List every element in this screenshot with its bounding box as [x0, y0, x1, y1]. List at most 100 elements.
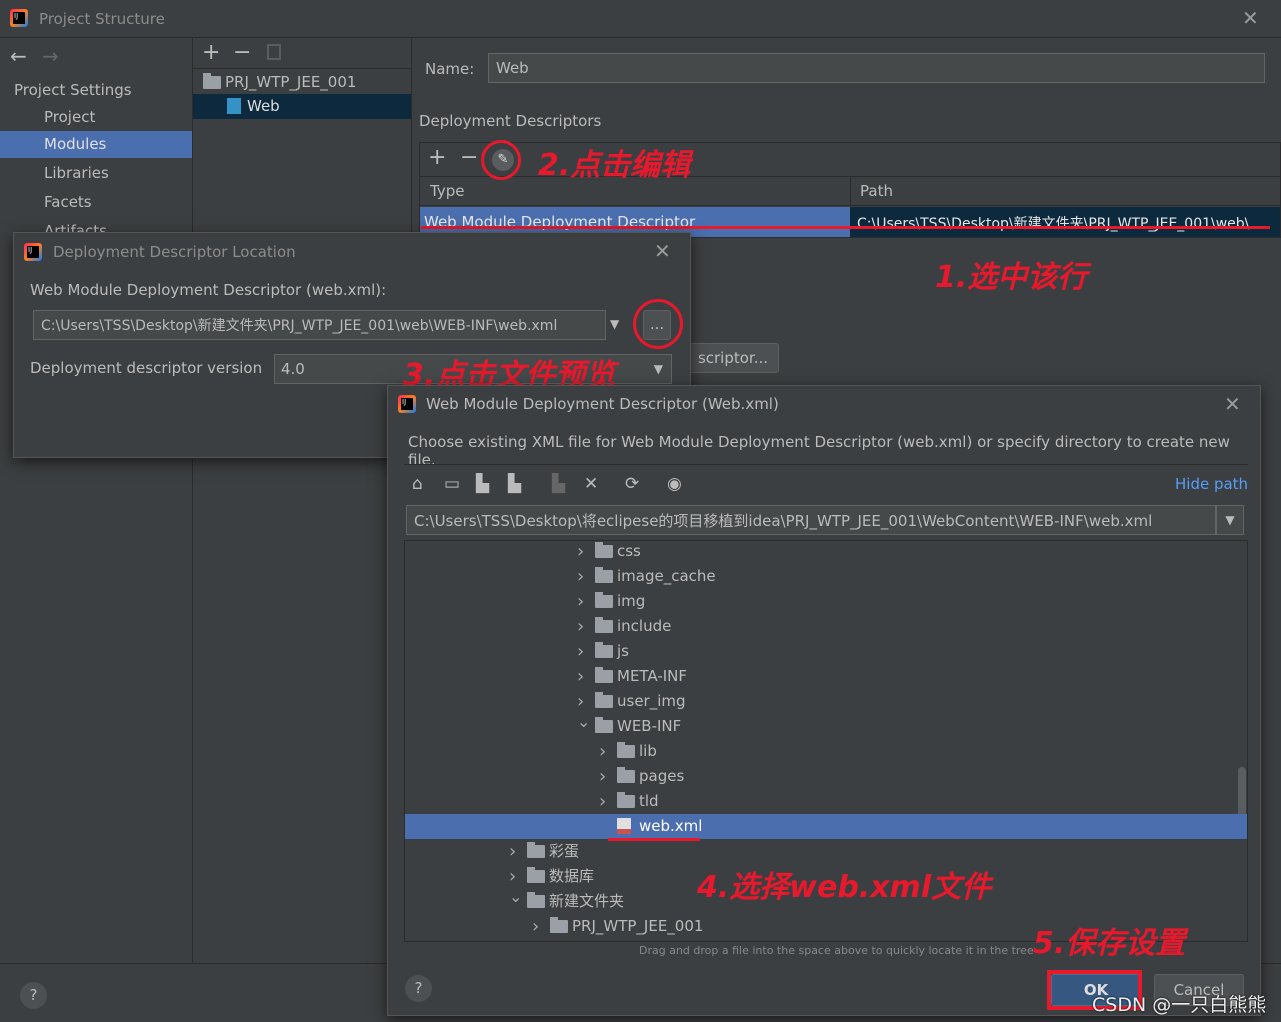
chevron-right-icon[interactable]: ›	[577, 564, 584, 589]
tree-row-label: img	[617, 592, 646, 610]
add-descriptor-icon[interactable]: +	[428, 145, 446, 170]
chevron-right-icon[interactable]: ›	[509, 839, 516, 864]
chevron-right-icon[interactable]: ›	[577, 639, 584, 664]
tree-row[interactable]: › image_cache	[405, 564, 1247, 589]
folder-icon	[595, 642, 613, 658]
remove-descriptor-icon[interactable]: −	[460, 145, 478, 170]
folder-icon	[617, 792, 635, 808]
modules-panel: + − PRJ_WTP_JEE_001 Web	[193, 38, 412, 963]
chevron-right-icon[interactable]: ›	[577, 541, 584, 564]
tree-row[interactable]: › 彩蛋	[405, 839, 1247, 864]
csdn-watermark: CSDN @一只白熊熊	[1092, 994, 1267, 1016]
name-label: Name:	[425, 60, 475, 78]
home-icon[interactable]: ⌂	[412, 474, 423, 494]
column-type[interactable]: Type	[430, 182, 464, 200]
column-path[interactable]: Path	[860, 182, 893, 200]
name-input[interactable]	[488, 53, 1265, 83]
chevron-right-icon[interactable]: ›	[599, 764, 606, 789]
close-icon[interactable]: ✕	[1224, 392, 1241, 416]
tree-row[interactable]: › img	[405, 589, 1247, 614]
folder-icon	[595, 542, 613, 558]
tree-row[interactable]: › tld	[405, 789, 1247, 814]
tree-row-label: WEB-INF	[617, 717, 682, 735]
tree-row-label: pages	[639, 767, 685, 785]
tree-item-web[interactable]: Web	[193, 94, 411, 119]
chevron-right-icon[interactable]: ›	[599, 789, 606, 814]
tree-row[interactable]: ⌄ WEB-INF	[405, 712, 1247, 739]
tree-row-label: tld	[639, 792, 659, 810]
tree-row[interactable]: › lib	[405, 739, 1247, 764]
folder-icon	[595, 567, 613, 583]
module-folder-icon[interactable]: ▙	[508, 474, 521, 494]
hide-path-link[interactable]: Hide path	[1175, 475, 1248, 493]
chooser-title: Web Module Deployment Descriptor (Web.xm…	[426, 395, 779, 413]
folder-icon	[595, 717, 613, 733]
folder-icon	[595, 617, 613, 633]
annotation-step2: 2.点击编辑	[538, 148, 691, 183]
folder-icon	[617, 742, 635, 758]
add-icon[interactable]: +	[202, 40, 220, 65]
step2-circle	[481, 140, 521, 180]
help-button[interactable]: ?	[405, 975, 432, 1002]
close-icon[interactable]: ✕	[1242, 6, 1259, 30]
folder-icon	[527, 842, 545, 858]
folder-icon	[527, 867, 545, 883]
step1-underline	[421, 226, 1270, 229]
intellij-logo-icon: IJ	[398, 395, 416, 413]
folder-icon	[527, 892, 545, 908]
desktop-icon[interactable]: ▭	[444, 474, 460, 494]
folder-icon	[550, 917, 568, 933]
web-facet-icon	[227, 98, 241, 114]
refresh-icon[interactable]: ⟳	[625, 474, 639, 494]
tree-row-label: user_img	[617, 692, 686, 710]
tree-row[interactable]: › include	[405, 614, 1247, 639]
tree-row[interactable]: › css	[405, 541, 1247, 564]
tree-row-label: 彩蛋	[549, 842, 580, 860]
sidebar-item-facets[interactable]: Facets	[0, 189, 192, 216]
tree-row[interactable]: › META-INF	[405, 664, 1247, 689]
chevron-down-icon[interactable]: ⌄	[509, 884, 522, 909]
chevron-right-icon[interactable]: ›	[577, 664, 584, 689]
chevron-right-icon[interactable]: ›	[532, 914, 539, 939]
tree-item-project[interactable]: PRJ_WTP_JEE_001	[203, 70, 403, 95]
chooser-path-input[interactable]	[406, 505, 1216, 535]
xml-file-icon	[617, 818, 631, 834]
sidebar-item-libraries[interactable]: Libraries	[0, 160, 192, 187]
tree-row-label: include	[617, 617, 672, 635]
location-dialog-title: Deployment Descriptor Location	[53, 243, 296, 261]
folder-icon	[617, 767, 635, 783]
new-folder-icon[interactable]: ▙	[552, 474, 565, 494]
module-folder-icon	[203, 73, 221, 89]
dropdown-arrow-icon[interactable]: ▼	[610, 317, 619, 331]
delete-icon[interactable]: ✕	[584, 474, 598, 494]
tree-row-label: 数据库	[549, 867, 595, 885]
tree-row[interactable]: › js	[405, 639, 1247, 664]
folder-icon	[595, 592, 613, 608]
sidebar-item-project[interactable]: Project	[0, 104, 192, 131]
tree-row-label: 新建文件夹	[549, 892, 625, 910]
show-hidden-icon[interactable]: ◉	[667, 474, 682, 494]
intellij-logo-icon: IJ	[24, 243, 42, 261]
project-folder-icon[interactable]: ▙	[476, 474, 489, 494]
chevron-right-icon[interactable]: ›	[599, 739, 606, 764]
chevron-right-icon[interactable]: ›	[577, 614, 584, 639]
add-descriptor-button[interactable]: scriptor...	[687, 343, 779, 373]
tree-row-label: image_cache	[617, 567, 716, 585]
back-arrow-icon[interactable]: ←	[10, 44, 27, 68]
path-dropdown-button[interactable]: ▼	[1216, 505, 1244, 535]
copy-icon[interactable]	[267, 44, 281, 60]
tree-row[interactable]: › user_img	[405, 689, 1247, 714]
forward-arrow-icon[interactable]: →	[42, 44, 59, 68]
tree-row[interactable]: web.xml	[405, 814, 1247, 839]
chevron-down-icon[interactable]: ⌄	[577, 709, 590, 734]
tree-row-label: js	[617, 642, 629, 660]
close-icon[interactable]: ✕	[654, 239, 671, 263]
help-button[interactable]: ?	[20, 982, 47, 1009]
annotation-step1: 1.选中该行	[935, 260, 1088, 295]
remove-icon[interactable]: −	[233, 40, 251, 65]
version-label: Deployment descriptor version	[30, 359, 263, 377]
descriptor-path-input[interactable]	[33, 310, 606, 340]
sidebar-item-modules[interactable]: Modules	[0, 131, 192, 158]
chevron-right-icon[interactable]: ›	[577, 589, 584, 614]
tree-row[interactable]: › pages	[405, 764, 1247, 789]
